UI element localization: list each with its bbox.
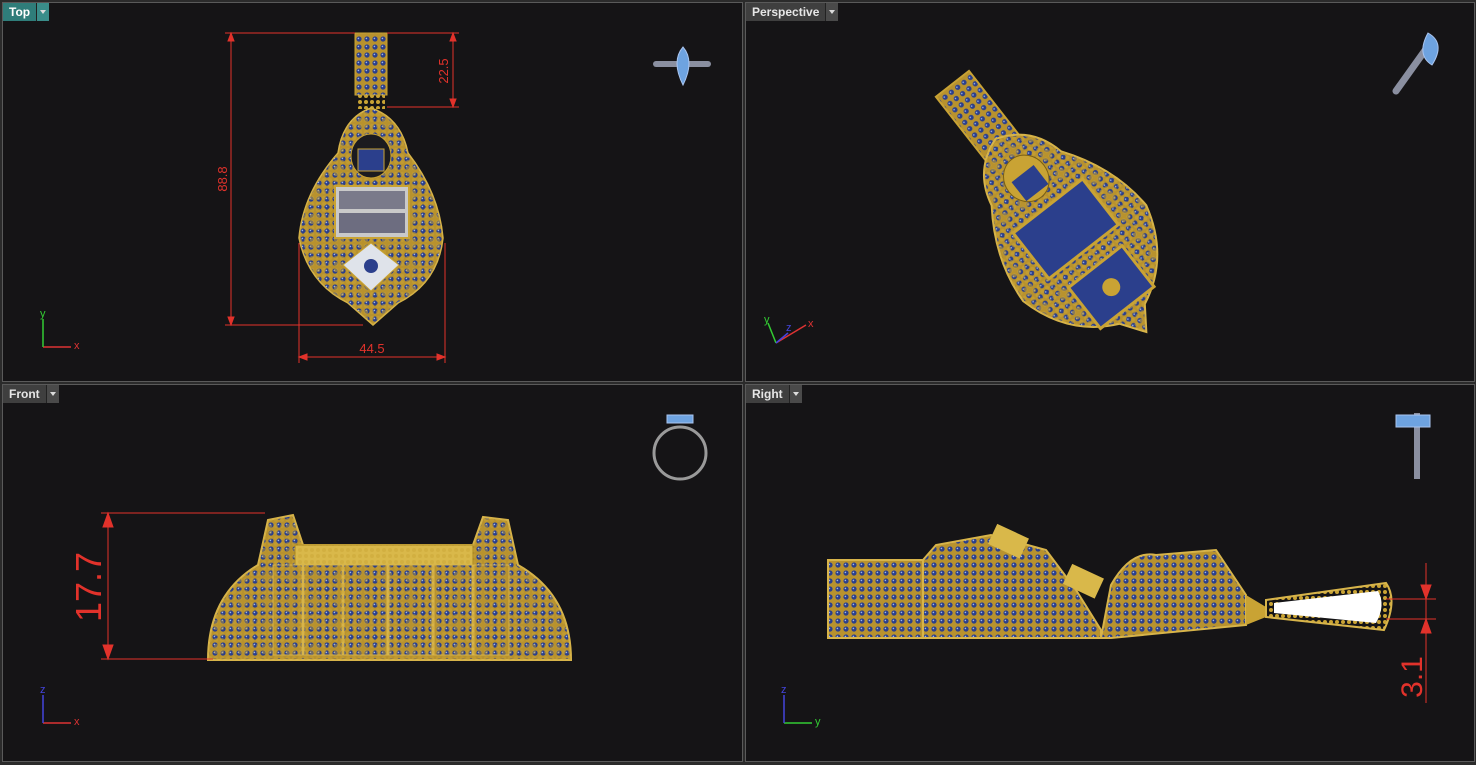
axis-indicator-front: x z xyxy=(40,684,80,728)
axis-x-label: x xyxy=(74,340,80,352)
viewport-grid: Top 88.8 22.5 44.5 x y Perspective x y z… xyxy=(0,0,1476,765)
top-view-scene: 88.8 22.5 44.5 x y xyxy=(40,31,711,363)
pendant-right xyxy=(827,523,1393,639)
viewport-right[interactable]: Right 3.1 y z xyxy=(745,384,1475,762)
axis-x-label: x xyxy=(74,716,80,728)
viewport-front-dropdown[interactable] xyxy=(45,385,59,403)
axis-indicator-top: x y xyxy=(40,308,80,352)
pendant-top-bail xyxy=(354,32,388,109)
axis-indicator-perspective: x y z xyxy=(764,314,814,344)
chevron-down-icon xyxy=(40,10,47,14)
viewport-top[interactable]: Top 88.8 22.5 44.5 x y xyxy=(2,2,743,382)
viewport-front-label[interactable]: Front xyxy=(3,385,46,403)
right-view-scene: 3.1 y z xyxy=(781,413,1436,728)
axis-z-label: z xyxy=(40,684,46,696)
dimension-bail-label: 22.5 xyxy=(436,58,451,83)
viewport-front[interactable]: Front 17.7 x z xyxy=(2,384,743,762)
pendant-perspective xyxy=(934,69,1159,334)
dimension-length-label: 88.8 xyxy=(215,166,230,191)
ring-preview-icon xyxy=(1392,32,1439,95)
ring-preview-icon xyxy=(652,414,708,481)
front-view-scene: 17.7 x z xyxy=(40,414,708,728)
axis-z-label: z xyxy=(781,684,787,696)
perspective-view-scene: x y z xyxy=(764,32,1439,344)
viewport-right-label[interactable]: Right xyxy=(746,385,789,403)
dimension-thickness-label: 3.1 xyxy=(1396,656,1429,698)
pendant-top-body xyxy=(298,107,444,326)
chevron-down-icon xyxy=(49,392,56,396)
viewport-right-dropdown[interactable] xyxy=(788,385,802,403)
axis-indicator-right: y z xyxy=(781,684,821,728)
viewport-front-title[interactable]: Front xyxy=(3,385,59,403)
chevron-down-icon xyxy=(829,10,836,14)
viewport-top-label[interactable]: Top xyxy=(3,3,37,21)
axis-x-label: x xyxy=(808,318,814,330)
viewport-perspective[interactable]: Perspective x y z xyxy=(745,2,1475,382)
viewport-top-dropdown[interactable] xyxy=(36,3,50,21)
viewport-perspective-dropdown[interactable] xyxy=(825,3,839,21)
axis-y-label: y xyxy=(764,314,770,326)
viewport-top-title[interactable]: Top xyxy=(3,3,50,21)
viewport-perspective-label[interactable]: Perspective xyxy=(746,3,826,21)
viewport-perspective-title[interactable]: Perspective xyxy=(746,3,839,21)
ring-preview-icon xyxy=(1395,413,1431,479)
dimension-width-label: 44.5 xyxy=(359,341,384,356)
viewport-right-title[interactable]: Right xyxy=(746,385,802,403)
chevron-down-icon xyxy=(792,392,799,396)
dimension-height-label: 17.7 xyxy=(68,552,109,622)
ring-preview-icon xyxy=(653,46,711,87)
axis-y-label: y xyxy=(40,308,46,320)
axis-z-label: z xyxy=(786,322,792,334)
axis-y-label: y xyxy=(815,716,821,728)
pendant-front xyxy=(206,513,573,661)
